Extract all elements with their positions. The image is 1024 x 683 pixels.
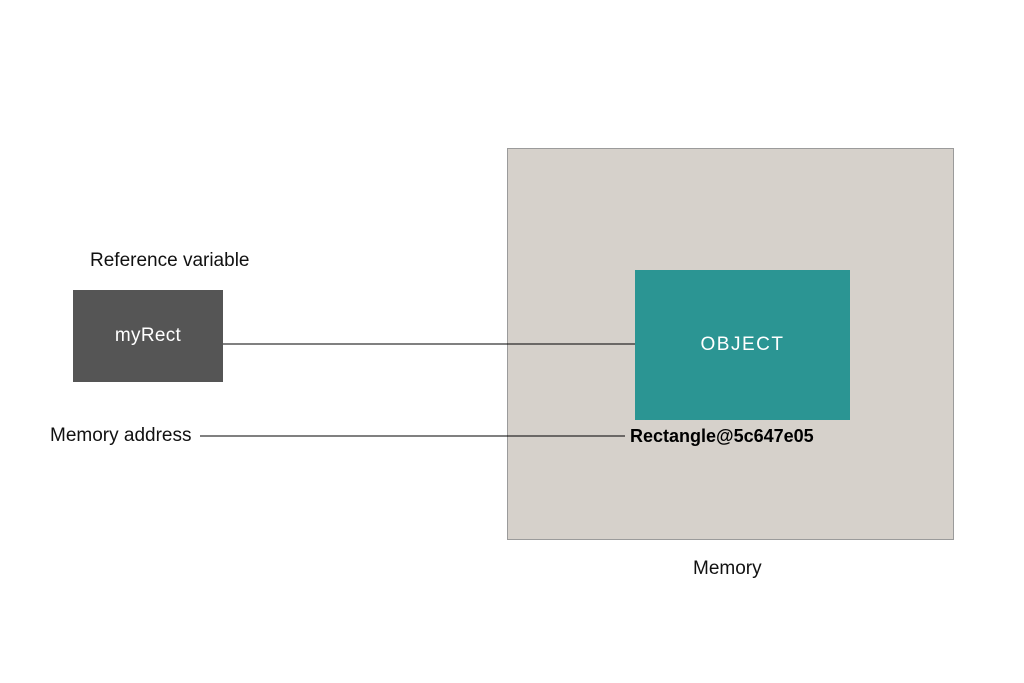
diagram-canvas: Reference variable myRect Memory address…	[0, 0, 1024, 683]
memory-caption: Memory	[693, 558, 762, 580]
object-box-text: OBJECT	[701, 334, 785, 356]
reference-variable-box: myRect	[73, 290, 223, 382]
memory-address-label: Memory address	[50, 425, 192, 447]
memory-address-value: Rectangle@5c647e05	[630, 426, 814, 447]
object-box: OBJECT	[635, 270, 850, 420]
reference-variable-name: myRect	[115, 325, 181, 347]
reference-variable-label: Reference variable	[90, 250, 249, 272]
